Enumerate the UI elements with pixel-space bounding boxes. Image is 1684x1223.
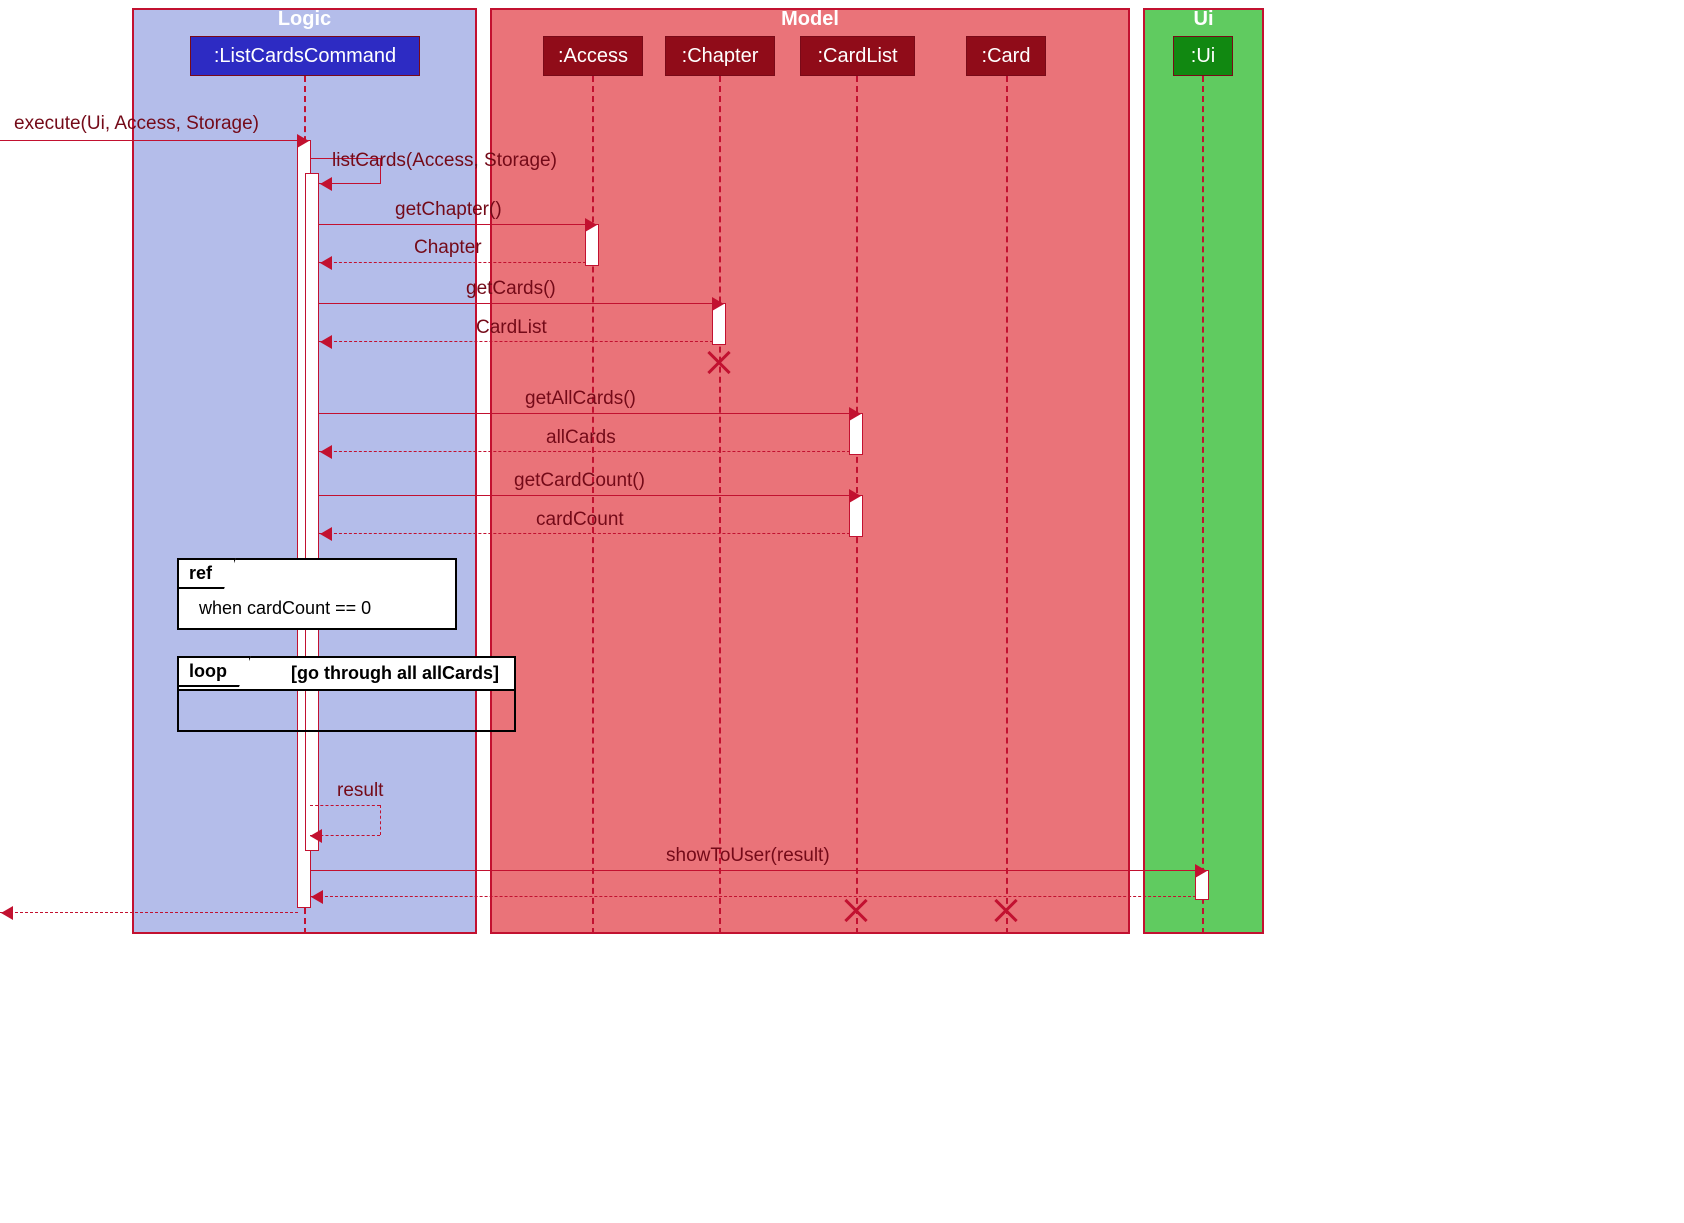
- terminate-chapter: [704, 347, 734, 377]
- fragment-loop-guard: [go through all allCards]: [291, 663, 499, 684]
- lifeline-ui: [1202, 76, 1204, 934]
- label-allcards-ret: allCards: [546, 427, 616, 449]
- terminate-cardlist: [841, 895, 871, 925]
- arrow-execute: [0, 140, 298, 141]
- fragment-ref: ref when cardCount == 0: [177, 558, 457, 630]
- self-result-h1: [310, 805, 380, 806]
- arrow-cardcount-ret: [319, 533, 850, 534]
- arrowhead-result-self: [310, 829, 322, 843]
- participant-access: :Access: [543, 36, 643, 76]
- arrowhead-cardcount-ret: [320, 527, 332, 541]
- lifeline-chapter: [719, 76, 721, 934]
- participant-chapter: :Chapter: [665, 36, 775, 76]
- participant-listcards-label: :ListCardsCommand: [214, 45, 396, 68]
- label-execute: execute(Ui, Access, Storage): [14, 113, 259, 135]
- participant-access-label: :Access: [558, 45, 628, 68]
- participant-ui: :Ui: [1173, 36, 1233, 76]
- arrow-getcards: [319, 303, 713, 304]
- arrowhead-listcards-self: [320, 177, 332, 191]
- participant-card: :Card: [966, 36, 1046, 76]
- arrowhead-showtouser: [1195, 864, 1207, 878]
- arrowhead-getallcards: [849, 407, 861, 421]
- fragment-loop-tab: loop: [177, 656, 251, 687]
- label-result-ret: result: [337, 780, 383, 802]
- fragment-ref-text: when cardCount == 0: [199, 598, 371, 619]
- label-cardlist-ret: CardList: [476, 317, 547, 339]
- package-logic-label: Logic: [274, 8, 335, 31]
- arrowhead-cardlist-ret: [320, 335, 332, 349]
- arrowhead-showtouser-ret: [311, 890, 323, 904]
- self-result-v: [380, 805, 381, 835]
- package-model-label: Model: [777, 8, 843, 31]
- participant-card-label: :Card: [982, 45, 1031, 68]
- arrow-getcardcount: [319, 495, 850, 496]
- arrow-getchapter: [319, 224, 586, 225]
- arrow-cardlist-ret: [319, 341, 713, 342]
- label-cardcount-ret: cardCount: [536, 509, 624, 531]
- lifeline-access: [592, 76, 594, 934]
- label-getcardcount: getCardCount(): [514, 470, 645, 492]
- activation-listcards-inner: [305, 173, 319, 851]
- label-listcards-self: listCards(Access, Storage): [332, 150, 557, 172]
- label-getchapter: getChapter(): [395, 199, 502, 221]
- arrow-final-ret: [0, 912, 298, 913]
- terminate-card: [991, 895, 1021, 925]
- arrow-chapter-ret: [319, 262, 586, 263]
- arrowhead-final-ret: [1, 906, 13, 920]
- lifeline-card: [1006, 76, 1008, 934]
- package-ui-label: Ui: [1190, 8, 1218, 31]
- participant-chapter-label: :Chapter: [682, 45, 759, 68]
- participant-cardlist: :CardList: [800, 36, 915, 76]
- label-chapter-ret: Chapter: [414, 237, 482, 259]
- arrow-showtouser: [310, 870, 1196, 871]
- arrowhead-getcards: [712, 297, 724, 311]
- arrow-showtouser-ret: [310, 896, 1196, 897]
- participant-cardlist-label: :CardList: [817, 45, 897, 68]
- arrowhead-getcardcount: [849, 489, 861, 503]
- participant-ui-label: :Ui: [1191, 45, 1215, 68]
- participant-listcards: :ListCardsCommand: [190, 36, 420, 76]
- sequence-diagram: Logic Model Ui :ListCardsCommand :Access…: [0, 0, 1280, 946]
- label-showtouser: showToUser(result): [666, 845, 830, 867]
- fragment-loop: loop [go through all allCards]: [177, 656, 516, 732]
- arrowhead-allcards-ret: [320, 445, 332, 459]
- arrow-getallcards: [319, 413, 850, 414]
- label-getcards: getCards(): [466, 278, 556, 300]
- label-getallcards: getAllCards(): [525, 388, 636, 410]
- arrowhead-chapter-ret: [320, 256, 332, 270]
- fragment-ref-tab: ref: [177, 558, 236, 589]
- arrowhead-execute: [297, 134, 309, 148]
- arrowhead-getchapter: [585, 218, 597, 232]
- arrow-allcards-ret: [319, 451, 850, 452]
